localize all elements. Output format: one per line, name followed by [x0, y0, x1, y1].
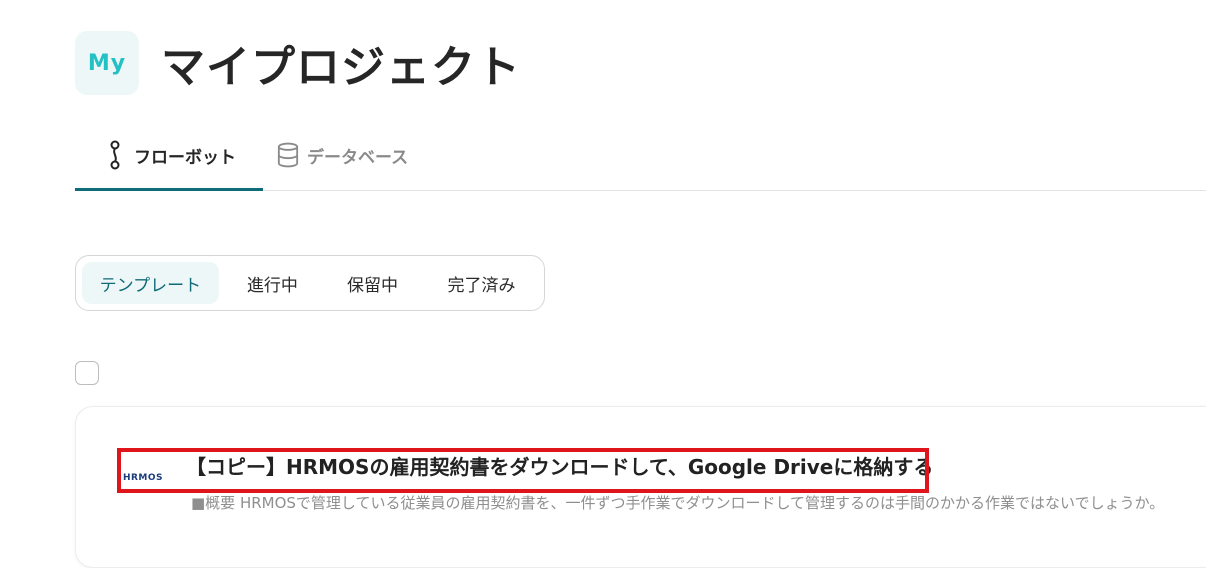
project-header: My マイプロジェクト	[75, 31, 521, 95]
filter-completed[interactable]: 完了済み	[419, 262, 544, 304]
status-filter: テンプレート 進行中 保留中 完了済み	[75, 255, 545, 311]
tab-database-label: データベース	[307, 147, 409, 168]
flow-title[interactable]: 【コピー】HRMOSの雇用契約書をダウンロードして、Google Driveに格…	[186, 451, 933, 480]
select-all-checkbox[interactable]	[75, 361, 99, 385]
filter-on-hold[interactable]: 保留中	[326, 262, 419, 304]
flow-description: ■概要 HRMOSで管理している従業員の雇用契約書を、一件ずつ手作業でダウンロー…	[191, 494, 1165, 512]
tab-database[interactable]: データベース	[263, 122, 408, 188]
flowbot-icon	[104, 140, 126, 170]
database-icon	[277, 140, 299, 170]
tab-bar: フローボット データベース	[75, 122, 1206, 191]
tab-flowbot[interactable]: フローボット	[75, 122, 263, 191]
filter-in-progress[interactable]: 進行中	[219, 262, 326, 304]
avatar: My	[75, 31, 139, 95]
hrmos-logo: HRMOS	[122, 462, 164, 494]
page-title: マイプロジェクト	[161, 42, 521, 93]
flow-card[interactable]	[75, 406, 1206, 568]
filter-template[interactable]: テンプレート	[82, 262, 219, 304]
tab-flowbot-label: フローボット	[134, 147, 236, 168]
